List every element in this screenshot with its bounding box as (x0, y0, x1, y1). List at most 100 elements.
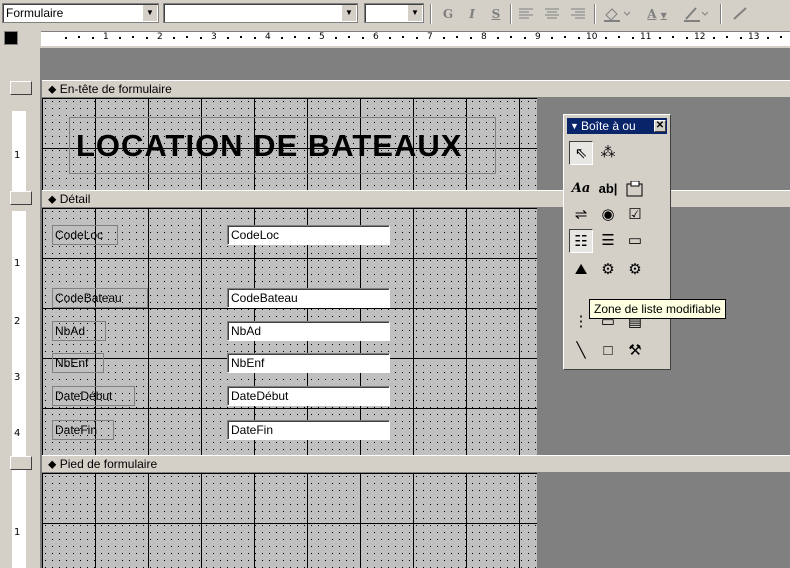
ruler-tick (672, 36, 674, 38)
section-selector-footer[interactable] (10, 456, 32, 470)
ruler-tick (145, 37, 148, 39)
combo-box-icon[interactable]: ☷ (569, 229, 593, 253)
align-center-icon[interactable] (542, 4, 562, 24)
ruler-tick (118, 37, 121, 39)
field-textbox-datefin[interactable]: DateFin (227, 420, 390, 440)
field-label-datedebut[interactable]: DateDébut (52, 386, 135, 406)
rectangle-icon[interactable]: □ (596, 339, 620, 363)
font-combo[interactable]: ▼ (163, 3, 358, 23)
ruler-tick (334, 37, 337, 39)
checkbox-icon[interactable]: ☑ (623, 203, 647, 227)
option-button-icon[interactable]: ◉ (596, 203, 620, 227)
field-label-datefin[interactable]: DateFin (52, 420, 114, 440)
textbox-icon[interactable]: ab| (596, 177, 620, 201)
image-icon[interactable]: ⛰ (569, 258, 593, 282)
option-group-icon[interactable] (623, 177, 647, 201)
ruler-number: 1 (103, 32, 109, 42)
footer-section-label: ⬥ Pied de formulaire (48, 457, 158, 471)
ruler-number: 12 (694, 32, 706, 42)
align-right-icon[interactable] (568, 4, 588, 24)
close-icon[interactable]: ✕ (654, 120, 666, 132)
more-controls-icon[interactable]: ⚒ (623, 339, 647, 363)
vruler-header-segment: 1 (12, 111, 26, 191)
ruler-tick (361, 37, 364, 39)
footer-band[interactable] (42, 473, 537, 568)
ruler-number: 8 (481, 32, 487, 42)
ruler-tick (469, 37, 472, 39)
title-label-box[interactable]: LOCATION DE BATEAUX (69, 117, 496, 174)
toolbar-separator (430, 4, 432, 24)
footer-section-bar[interactable]: ⬥ Pied de formulaire (42, 455, 790, 473)
chevron-down-icon[interactable]: ▼ (341, 5, 356, 21)
ruler-number: 2 (157, 32, 163, 42)
wizard-icon[interactable]: ⁂ (596, 141, 620, 165)
toggle-button-icon[interactable]: ⇌ (569, 203, 593, 227)
toolbar-separator (510, 4, 512, 24)
horizontal-ruler: 1 2 3 4 5 6 7 8 9 10 11 12 13 (0, 28, 790, 48)
ruler-number: 6 (373, 32, 379, 42)
toolbox-menu-icon[interactable]: ▼ (570, 118, 579, 134)
ruler-tick (91, 37, 94, 39)
toolbox-title-bar[interactable]: ▼ Boîte à ou ✕ (567, 118, 667, 134)
object-combo[interactable]: Formulaire ▼ (2, 3, 159, 23)
unbound-object-icon[interactable]: ⚙ (596, 258, 620, 282)
detail-section-bar[interactable]: ⬥ Détail (42, 190, 790, 208)
ruler-tick (294, 36, 296, 38)
ruler-tick (415, 37, 418, 39)
footer-section-text: Pied de formulaire (59, 457, 158, 471)
ruler-tick (780, 36, 782, 38)
bold-button[interactable]: G (438, 4, 458, 24)
font-color-button[interactable]: A ▼ (640, 4, 674, 24)
field-textbox-nbad[interactable]: NbAd (227, 321, 390, 341)
toolbox-palette[interactable]: ▼ Boîte à ou ✕ ⇖ ⁂ Aa ab| ⇌ ◉ ☑ ☷ ☰ ▭ ⛰ … (563, 114, 671, 370)
chevron-down-icon[interactable]: ▼ (142, 5, 157, 21)
chevron-down-icon[interactable]: ▼ (407, 5, 422, 21)
ruler-tick (280, 37, 283, 39)
section-selector-header[interactable] (10, 81, 32, 95)
field-textbox-datedebut[interactable]: DateDébut (227, 386, 390, 406)
line-width-icon[interactable] (728, 4, 762, 24)
field-label-nbenf[interactable]: NbEnf (52, 353, 104, 373)
ruler-tick (658, 37, 661, 39)
object-combo-value: Formulaire (6, 6, 64, 20)
select-objects-icon[interactable]: ⇖ (569, 141, 593, 165)
vruler-detail-segment: 1 2 3 4 (12, 211, 26, 491)
label-icon[interactable]: Aa (569, 177, 593, 201)
vruler-mark: 3 (14, 372, 21, 383)
command-button-icon[interactable]: ▭ (623, 229, 647, 253)
line-color-icon[interactable] (680, 4, 714, 24)
toolbar-separator (720, 4, 722, 24)
field-textbox-codebateau[interactable]: CodeBateau (227, 288, 390, 308)
toolbox-title: Boîte à ou (581, 119, 636, 133)
ruler-tick (766, 37, 769, 39)
ruler-tick (240, 36, 242, 38)
ruler-tick (564, 36, 566, 38)
list-box-icon[interactable]: ☰ (596, 229, 620, 253)
field-label-codeloc[interactable]: CodeLoc (52, 225, 118, 245)
formatting-toolbar: Formulaire ▼ ▼ ▼ G I S A ▼ (0, 0, 790, 29)
field-textbox-codeloc[interactable]: CodeLoc (227, 225, 390, 245)
line-icon[interactable]: ╲ (569, 339, 593, 363)
ruler-tick (604, 37, 607, 39)
field-label-nbad[interactable]: NbAd (52, 321, 106, 341)
ruler-number: 11 (640, 32, 652, 42)
ruler-number: 9 (535, 32, 541, 42)
bound-object-icon[interactable]: ⚙ (623, 258, 647, 282)
page-title: LOCATION DE BATEAUX (76, 128, 463, 163)
fill-color-icon[interactable] (600, 4, 634, 24)
underline-button[interactable]: S (486, 4, 506, 24)
field-textbox-nbenf[interactable]: NbEnf (227, 353, 390, 373)
italic-button[interactable]: I (462, 4, 482, 24)
section-selector-detail[interactable] (10, 191, 32, 205)
ruler-scale: 1 2 3 4 5 6 7 8 9 10 11 12 13 (41, 31, 790, 46)
vruler-mark: 4 (14, 428, 21, 439)
field-label-codebateau[interactable]: CodeBateau (52, 288, 148, 308)
form-selector[interactable] (4, 31, 18, 45)
align-left-icon[interactable] (516, 4, 536, 24)
ruler-tick (456, 36, 458, 38)
ruler-tick (496, 37, 499, 39)
ruler-tick (523, 37, 526, 39)
header-section-bar[interactable]: ⬥ En-tête de formulaire (42, 80, 790, 98)
ruler-tick (402, 36, 404, 38)
size-combo[interactable]: ▼ (364, 3, 424, 23)
